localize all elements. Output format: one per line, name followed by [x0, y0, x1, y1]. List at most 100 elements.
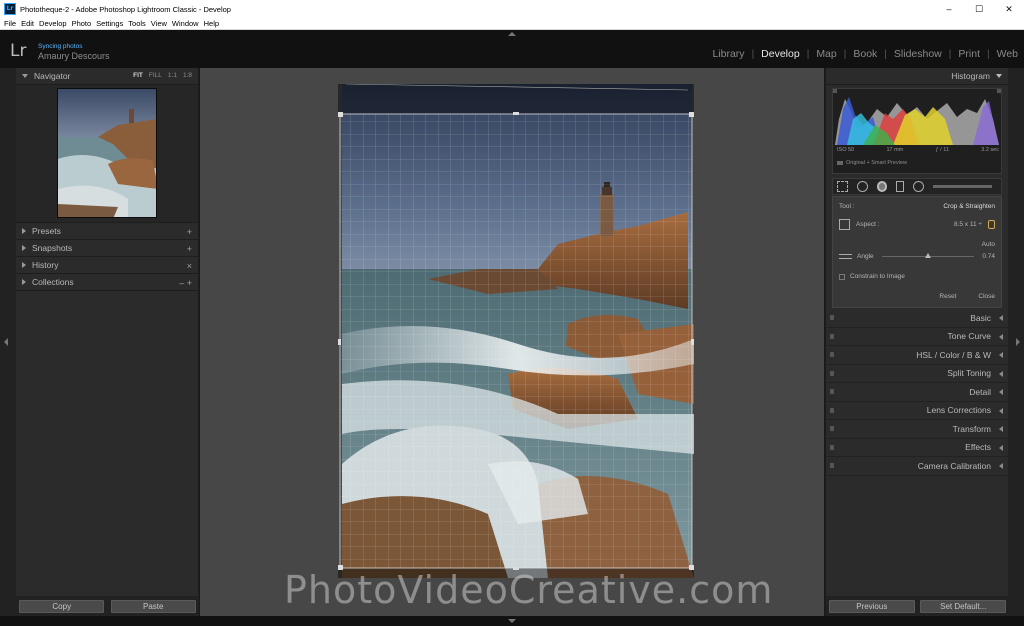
auto-straighten-button[interactable]: Auto	[982, 241, 995, 248]
thumbnail-image	[58, 89, 156, 217]
crop-close-button[interactable]: Close	[978, 293, 995, 300]
collections-actions-icon[interactable]: – +	[179, 274, 192, 291]
panel-switch[interactable]	[830, 407, 834, 413]
lock-icon[interactable]	[988, 220, 995, 229]
menu-view[interactable]: View	[151, 19, 167, 28]
straighten-tool-icon[interactable]	[839, 254, 852, 259]
spot-removal-icon[interactable]	[856, 181, 868, 192]
panel-label: Effects	[965, 442, 991, 453]
navigator-thumbnail[interactable]	[57, 88, 157, 218]
presets-label: Presets	[32, 226, 61, 236]
panel-switch[interactable]	[830, 315, 834, 320]
menu-file[interactable]: File	[4, 19, 16, 28]
copy-button[interactable]: Copy	[19, 599, 105, 613]
module-book[interactable]: Book	[853, 48, 877, 60]
panel-switch[interactable]	[830, 370, 834, 376]
menu-help[interactable]: Help	[204, 19, 219, 28]
expand-icon	[999, 370, 1003, 377]
menu-edit[interactable]: Edit	[21, 19, 34, 28]
clear-history-icon[interactable]: ×	[187, 257, 192, 274]
left-panel-toggle-icon[interactable]	[4, 338, 8, 346]
panel-split-toning[interactable]: Split Toning	[826, 365, 1009, 383]
aspect-select[interactable]: 8.5 x 11 ÷	[954, 221, 982, 228]
zoom-fill[interactable]: FILL	[149, 72, 162, 79]
right-panel-edge[interactable]	[1008, 68, 1024, 616]
add-snapshot-icon[interactable]: +	[187, 240, 192, 257]
collections-header[interactable]: Collections – +	[16, 274, 198, 291]
panel-tone-curve[interactable]: Tone Curve	[826, 328, 1009, 346]
maximize-button[interactable]: ☐	[964, 0, 994, 18]
filmstrip-edge[interactable]	[0, 616, 1024, 626]
module-map[interactable]: Map	[816, 48, 836, 60]
panel-switch[interactable]	[830, 389, 834, 394]
panel-switch[interactable]	[830, 444, 834, 450]
add-preset-icon[interactable]: +	[187, 223, 192, 240]
module-print[interactable]: Print	[958, 48, 980, 60]
angle-slider-thumb[interactable]	[924, 253, 931, 258]
right-panel-toggle-icon[interactable]	[1016, 338, 1020, 346]
image-workspace[interactable]: PhotoVideoCreative.com	[200, 68, 824, 616]
adjustment-brush-icon[interactable]	[933, 185, 992, 188]
module-develop[interactable]: Develop	[761, 48, 800, 60]
crop-overlay[interactable]	[338, 84, 694, 578]
menu-settings[interactable]: Settings	[96, 19, 123, 28]
snapshots-header[interactable]: Snapshots +	[16, 240, 198, 257]
histogram-header[interactable]: Histogram	[826, 68, 1008, 85]
panel-lens-corrections[interactable]: Lens Corrections	[826, 402, 1009, 420]
paste-button[interactable]: Paste	[110, 599, 196, 613]
expand-icon	[22, 262, 26, 268]
crop-tool-icon[interactable]	[837, 181, 848, 192]
panel-label: HSL / Color / B & W	[916, 349, 991, 360]
close-window-button[interactable]: ✕	[994, 0, 1024, 18]
panel-switch[interactable]	[830, 352, 834, 357]
module-web[interactable]: Web	[997, 48, 1018, 60]
top-panel-toggle-icon[interactable]	[508, 32, 516, 36]
expand-icon	[999, 407, 1003, 414]
presets-header[interactable]: Presets +	[16, 223, 198, 240]
expand-icon	[22, 228, 26, 234]
filmstrip-toggle-icon[interactable]	[508, 619, 516, 623]
watermark-text: PhotoVideoCreative.com	[284, 568, 774, 612]
crop-frame-icon[interactable]	[839, 219, 850, 230]
minimize-button[interactable]: –	[934, 0, 964, 18]
graduated-filter-icon[interactable]	[896, 181, 905, 192]
navigator-label: Navigator	[34, 71, 71, 81]
sync-status[interactable]: Syncing photos	[38, 43, 82, 50]
module-picker: Library | Develop | Map | Book | Slidesh…	[712, 48, 1018, 60]
red-eye-icon[interactable]	[876, 181, 888, 192]
navigator-header[interactable]: Navigator FIT FILL 1:1 1:8	[16, 68, 198, 85]
panel-switch[interactable]	[830, 333, 834, 339]
panel-camera-calibration[interactable]: Camera Calibration	[826, 457, 1009, 476]
panel-basic[interactable]: Basic	[826, 309, 1009, 328]
menu-window[interactable]: Window	[172, 19, 199, 28]
module-slideshow[interactable]: Slideshow	[894, 48, 942, 60]
panel-hsl-color-bw[interactable]: HSL / Color / B & W	[826, 346, 1009, 365]
menu-photo[interactable]: Photo	[72, 19, 92, 28]
history-header[interactable]: History ×	[16, 257, 198, 274]
zoom-fit[interactable]: FIT	[133, 72, 143, 79]
user-name: Amaury Descours	[38, 51, 110, 61]
photo-image[interactable]	[338, 84, 694, 578]
angle-slider[interactable]	[881, 253, 975, 258]
navigator-preview[interactable]	[16, 85, 198, 223]
collapse-icon	[996, 74, 1002, 78]
crop-reset-button[interactable]: Reset	[939, 293, 956, 300]
previous-button[interactable]: Previous	[828, 599, 915, 613]
zoom-1-1[interactable]: 1:1	[168, 72, 177, 79]
module-library[interactable]: Library	[712, 48, 744, 60]
left-panel-edge[interactable]	[0, 68, 16, 616]
panel-effects[interactable]: Effects	[826, 439, 1009, 457]
history-label: History	[32, 260, 59, 270]
radial-filter-icon[interactable]	[913, 181, 925, 192]
histogram-display[interactable]: ISO 50 17 mm ƒ / 11 3.2 sec Original + S…	[832, 88, 1002, 174]
set-default-button[interactable]: Set Default...	[920, 599, 1007, 613]
panel-transform[interactable]: Transform	[826, 420, 1009, 439]
menu-tools[interactable]: Tools	[128, 19, 146, 28]
zoom-1-8[interactable]: 1:8	[183, 72, 192, 79]
constrain-checkbox[interactable]	[839, 273, 845, 280]
panel-switch[interactable]	[830, 426, 834, 431]
angle-value[interactable]: 0.74	[982, 253, 995, 260]
menu-develop[interactable]: Develop	[39, 19, 67, 28]
panel-detail[interactable]: Detail	[826, 383, 1009, 402]
panel-switch[interactable]	[830, 463, 834, 468]
